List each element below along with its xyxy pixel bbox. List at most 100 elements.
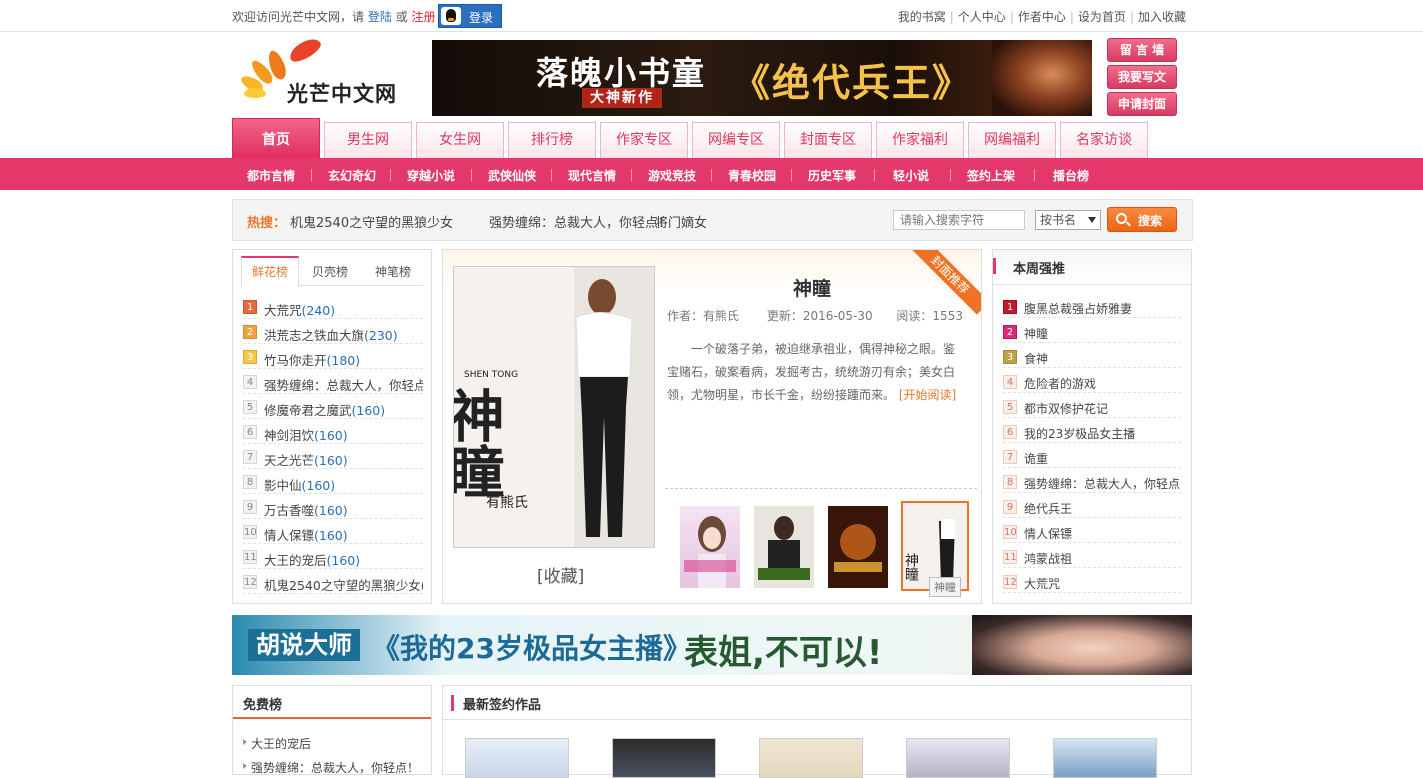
rank-book-name[interactable]: 修魔帝君之魔武(160) (264, 400, 385, 418)
flower-rank-item[interactable]: 4 强势缠绵：总裁大人，你轻点 (243, 370, 423, 394)
flower-rank-item[interactable]: 5 修魔帝君之魔武(160) (243, 395, 423, 419)
weekly-recommend-item[interactable]: 4 危险者的游戏 (1003, 369, 1181, 393)
featured-book-title[interactable]: 神瞳 (793, 274, 831, 301)
add-favorite-link[interactable]: 加入收藏 (1138, 10, 1186, 24)
rank-book-name[interactable]: 强势缠绵：总裁大人，你轻点 (264, 375, 423, 393)
rank-book-name[interactable]: 大荒咒(240) (264, 300, 335, 318)
tab-editor-zone[interactable]: 网编专区 (692, 122, 780, 158)
rank-book-name[interactable]: 洪荒志之铁血大旗(230) (264, 325, 398, 343)
flower-rank-item[interactable]: 6 神剑泪饮(160) (243, 420, 423, 444)
rank-book-name[interactable]: 神剑泪饮(160) (264, 425, 348, 443)
book-thumbnail[interactable] (906, 738, 1010, 778)
recommend-book-name[interactable]: 鸿蒙战祖 (1024, 550, 1072, 567)
category-light-novel[interactable]: 轻小说 (893, 167, 929, 184)
recommend-book-name[interactable]: 腹黑总裁强占娇雅妻 (1024, 300, 1132, 317)
book-thumbnail[interactable] (1053, 738, 1157, 778)
weekly-recommend-item[interactable]: 8 强势缠绵：总裁大人，你轻点 (1003, 469, 1181, 493)
qq-login-button[interactable]: 登录 (438, 4, 502, 28)
tab-cover-zone[interactable]: 封面专区 (784, 122, 872, 158)
book-thumbnail[interactable] (754, 506, 814, 588)
weekly-recommend-item[interactable]: 6 我的23岁极品女主播 (1003, 419, 1181, 443)
flower-rank-item[interactable]: 11 大王的宠后(160) (243, 545, 423, 569)
tab-shell-rank[interactable]: 贝壳榜 (305, 260, 355, 286)
set-homepage-link[interactable]: 设为首页 (1078, 10, 1126, 24)
flower-rank-item[interactable]: 10 情人保镖(160) (243, 520, 423, 544)
hot-search-item[interactable]: 将门嫡女 (655, 212, 707, 231)
flower-rank-item[interactable]: 12 机鬼2540之守望的黑狼少女(1 (243, 570, 423, 594)
free-rank-item[interactable]: 强势缠绵：总裁大人，你轻点！ (242, 759, 419, 776)
hot-search-item[interactable]: 机鬼2540之守望的黑狼少女 (290, 212, 453, 231)
site-logo[interactable]: 光芒中文网 (238, 34, 404, 106)
search-button[interactable]: 搜索 (1107, 207, 1177, 232)
flower-rank-item[interactable]: 2 洪荒志之铁血大旗(230) (243, 320, 423, 344)
weekly-recommend-item[interactable]: 11 鸿蒙战祖 (1003, 544, 1181, 568)
book-thumbnail[interactable] (759, 738, 863, 778)
apply-cover-button[interactable]: 申请封面 (1107, 92, 1177, 116)
category-broadcast[interactable]: 播台榜 (1053, 167, 1089, 184)
write-book-button[interactable]: 我要写文 (1107, 65, 1177, 89)
search-type-select[interactable]: 按书名 (1035, 210, 1101, 230)
category-gaming[interactable]: 游戏竞技 (648, 167, 696, 184)
weekly-recommend-item[interactable]: 2 神瞳 (1003, 319, 1181, 343)
tab-author-zone[interactable]: 作家专区 (600, 122, 688, 158)
search-input[interactable] (893, 210, 1025, 230)
tab-editor-welfare[interactable]: 网编福利 (968, 122, 1056, 158)
book-thumbnail[interactable] (828, 506, 888, 588)
flower-rank-item[interactable]: 3 竹马你走开(180) (243, 345, 423, 369)
category-fantasy[interactable]: 玄幻奇幻 (328, 167, 376, 184)
category-urban-romance[interactable]: 都市言情 (247, 167, 295, 184)
recommend-book-name[interactable]: 诡重 (1024, 450, 1048, 467)
recommend-book-name[interactable]: 危险者的游戏 (1024, 375, 1096, 392)
recommend-book-name[interactable]: 强势缠绵：总裁大人，你轻点 (1024, 475, 1180, 492)
rank-book-name[interactable]: 万古香噬(160) (264, 500, 348, 518)
weekly-recommend-item[interactable]: 7 诡重 (1003, 444, 1181, 468)
recommend-book-name[interactable]: 我的23岁极品女主播 (1024, 425, 1135, 442)
tab-male[interactable]: 男生网 (324, 122, 412, 158)
book-thumbnail[interactable] (465, 738, 569, 778)
tab-flower-rank[interactable]: 鲜花榜 (241, 256, 299, 287)
flower-rank-item[interactable]: 9 万古香噬(160) (243, 495, 423, 519)
book-thumbnail[interactable] (680, 506, 740, 588)
personal-center-link[interactable]: 个人中心 (958, 10, 1006, 24)
category-modern-romance[interactable]: 现代言情 (568, 167, 616, 184)
recommend-book-name[interactable]: 食神 (1024, 350, 1048, 367)
weekly-recommend-item[interactable]: 5 都市双修护花记 (1003, 394, 1181, 418)
recommend-book-name[interactable]: 大荒咒 (1024, 575, 1060, 592)
rank-book-name[interactable]: 情人保镖(160) (264, 525, 348, 543)
tab-female[interactable]: 女生网 (416, 122, 504, 158)
hot-search-item[interactable]: 强势缠绵：总裁大人，你轻点！ (489, 212, 671, 231)
login-link[interactable]: 登陆 (368, 10, 392, 24)
flower-rank-item[interactable]: 7 天之光芒(160) (243, 445, 423, 469)
flower-rank-item[interactable]: 8 影中仙(160) (243, 470, 423, 494)
tab-author-welfare[interactable]: 作家福利 (876, 122, 964, 158)
category-campus[interactable]: 青春校园 (728, 167, 776, 184)
message-wall-button[interactable]: 留 言 墙 (1107, 38, 1177, 62)
featured-book-cover[interactable]: 神瞳 SHEN TONG 有熊氏 (453, 266, 655, 548)
weekly-recommend-item[interactable]: 1 腹黑总裁强占娇雅妻 (1003, 294, 1181, 318)
category-wuxia[interactable]: 武侠仙侠 (488, 167, 536, 184)
tab-home[interactable]: 首页 (232, 118, 320, 158)
book-thumbnail[interactable] (612, 738, 716, 778)
my-bookshelf-link[interactable]: 我的书窝 (898, 10, 946, 24)
weekly-recommend-item[interactable]: 10 情人保镖 (1003, 519, 1181, 543)
category-signed[interactable]: 签约上架 (967, 167, 1015, 184)
rank-book-name[interactable]: 大王的宠后(160) (264, 550, 360, 568)
tab-ranking[interactable]: 排行榜 (508, 122, 596, 158)
tab-pen-rank[interactable]: 神笔榜 (365, 260, 421, 286)
register-link[interactable]: 注册 (412, 10, 436, 24)
mid-banner-ad[interactable]: 胡说大师 《我的23岁极品女主播》 表姐,不可以! (232, 615, 1192, 675)
top-banner-ad[interactable]: 落魄小书童 大神新作 《绝代兵王》 (432, 40, 1092, 116)
weekly-recommend-item[interactable]: 9 绝代兵王 (1003, 494, 1181, 518)
favorite-link[interactable]: [收藏] (537, 562, 584, 587)
rank-book-name[interactable]: 机鬼2540之守望的黑狼少女(1 (264, 575, 423, 593)
recommend-book-name[interactable]: 绝代兵王 (1024, 500, 1072, 517)
start-reading-link[interactable]: [开始阅读] (899, 388, 956, 402)
category-time-travel[interactable]: 穿越小说 (407, 167, 455, 184)
free-rank-item[interactable]: 大王的宠后 (242, 735, 311, 752)
recommend-book-name[interactable]: 神瞳 (1024, 325, 1048, 342)
rank-book-name[interactable]: 影中仙(160) (264, 475, 335, 493)
recommend-book-name[interactable]: 都市双修护花记 (1024, 400, 1108, 417)
tab-interviews[interactable]: 名家访谈 (1060, 122, 1148, 158)
rank-book-name[interactable]: 天之光芒(160) (264, 450, 348, 468)
author-center-link[interactable]: 作者中心 (1018, 10, 1066, 24)
